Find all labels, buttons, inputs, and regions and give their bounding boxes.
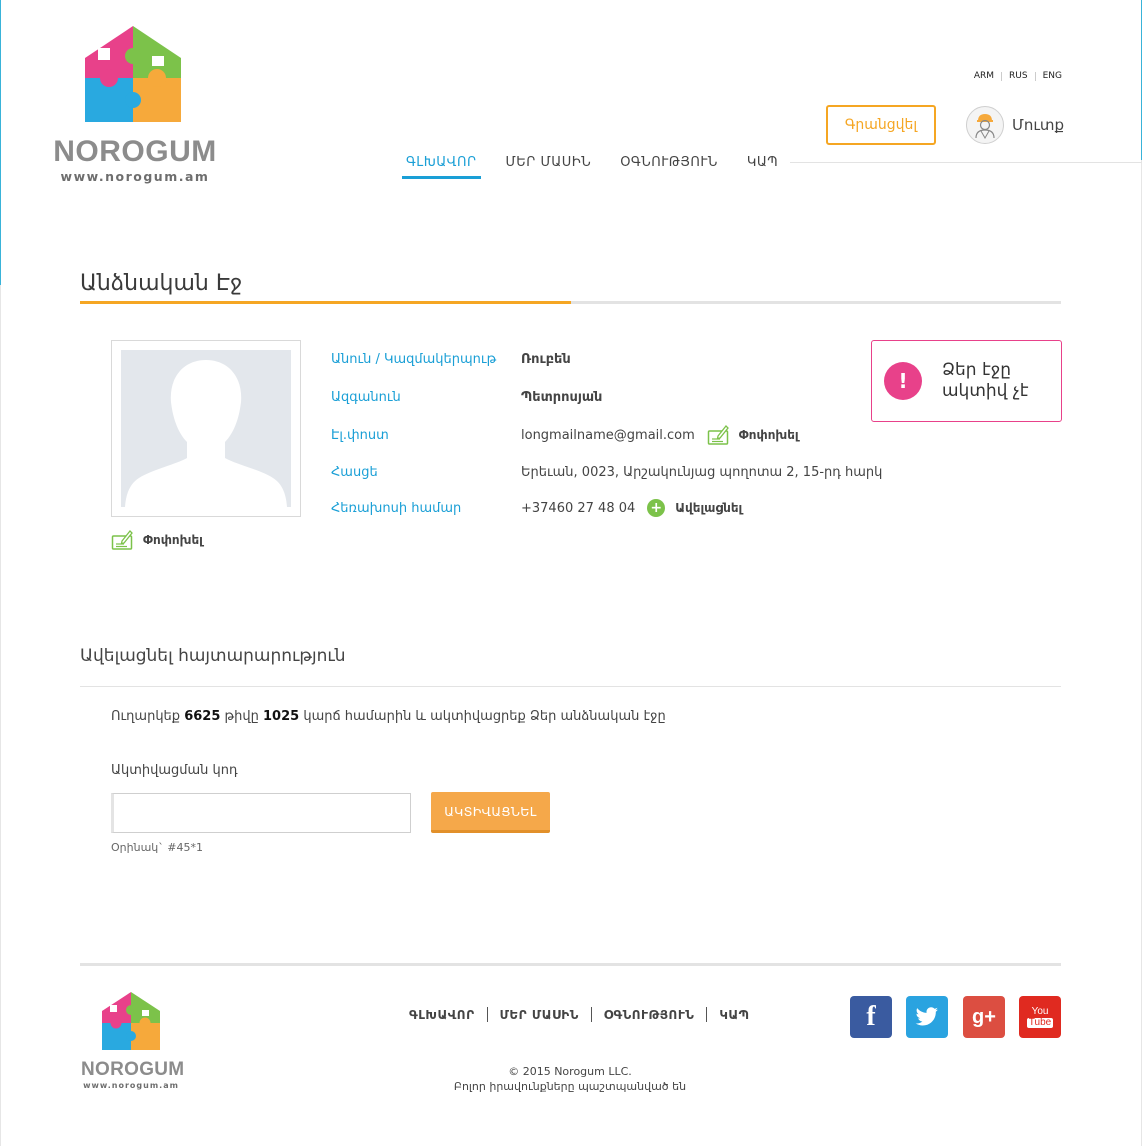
email-edit-label: Փոփոխել bbox=[738, 428, 799, 442]
header-logo[interactable]: NOROGUM www.norogum.am bbox=[50, 26, 220, 184]
title-underline bbox=[80, 301, 1061, 304]
email-edit-link[interactable]: Փոփոխել bbox=[707, 424, 799, 446]
phone-add-link[interactable]: + Ավելացնել bbox=[647, 499, 742, 517]
activation-code-label: Ակտիվացման կոդ bbox=[111, 763, 238, 778]
login-link[interactable]: Մուտք bbox=[966, 106, 1064, 144]
photo-edit-link[interactable]: Փոփոխել bbox=[111, 529, 203, 551]
main-nav: ԳԼԽԱՎՈՐ ՄԵՐ ՄԱՍԻՆ ՕԳՆՈՒԹՅՈՒՆ ԿԱՊ bbox=[402, 155, 803, 179]
plus-icon: + bbox=[647, 499, 666, 517]
nav-contact[interactable]: ԿԱՊ bbox=[743, 155, 782, 176]
footer-nav-contact[interactable]: ԿԱՊ bbox=[719, 1008, 749, 1022]
divider bbox=[1001, 71, 1003, 81]
sms-mid: թիվը bbox=[224, 709, 259, 724]
section-divider bbox=[80, 686, 1061, 687]
footer-nav-about[interactable]: ՄԵՐ ՄԱՍԻՆ bbox=[500, 1008, 579, 1022]
field-label: Անուն / Կազմակերպութ bbox=[331, 351, 497, 367]
lang-rus[interactable]: RUS bbox=[1009, 71, 1028, 81]
header-divider bbox=[790, 162, 1142, 163]
footer-divider bbox=[80, 963, 1061, 966]
footer-logo[interactable]: NOROGUM www.norogum.am bbox=[81, 992, 185, 1090]
section-title: Ավելացնել հայտարարություն bbox=[80, 646, 346, 666]
activation-code-input[interactable] bbox=[111, 793, 411, 833]
copyright-line-2: Բոլոր իրավունքները պաշտպանված են bbox=[453, 1080, 687, 1093]
footer-nav-help[interactable]: ՕԳՆՈՒԹՅՈՒՆ bbox=[604, 1008, 695, 1022]
field-value-wrap: +37460 27 48 04 + Ավելացնել bbox=[521, 499, 742, 517]
nav-home[interactable]: ԳԼԽԱՎՈՐ bbox=[402, 155, 481, 179]
divider bbox=[486, 1007, 488, 1022]
twitter-icon[interactable] bbox=[906, 996, 948, 1038]
logo-url: www.norogum.am bbox=[83, 1081, 179, 1090]
youtube-top: You bbox=[1031, 1005, 1049, 1017]
page-title: Անձնական Էջ bbox=[80, 271, 243, 296]
lang-arm[interactable]: ARM bbox=[974, 71, 994, 81]
puzzle-house-logo-icon bbox=[102, 992, 160, 1050]
field-label: Ազգանուն bbox=[331, 389, 401, 405]
field-row-address: Հասցե Երեւան, 0023, Արշակունյաց պողոտա 2… bbox=[331, 460, 891, 484]
photo-edit-label: Փոփոխել bbox=[143, 533, 203, 547]
field-label: Էլ.փոստ bbox=[331, 427, 389, 443]
phone-add-label: Ավելացնել bbox=[675, 501, 743, 515]
divider bbox=[1034, 71, 1036, 81]
field-row-phone: Հեռախոսի համար +37460 27 48 04 + Ավելացն… bbox=[331, 496, 891, 520]
youtube-icon[interactable]: You Tube bbox=[1019, 996, 1061, 1038]
avatar-silhouette-icon bbox=[125, 360, 287, 507]
field-value: Ռուբեն bbox=[521, 351, 571, 367]
activate-button[interactable]: ԱԿՏԻՎԱՑՆԵԼ bbox=[431, 792, 550, 833]
user-avatar-icon bbox=[966, 106, 1004, 144]
field-value: Պետրոսյան bbox=[521, 389, 603, 405]
field-value-wrap: longmailname@gmail.com Փոփոխել bbox=[521, 424, 799, 446]
inactive-page-alert: ! Ձեր էջը ակտիվ չէ bbox=[871, 340, 1062, 422]
facebook-icon[interactable]: f bbox=[850, 996, 892, 1038]
copyright-line-1: © 2015 Norogum LLC. bbox=[508, 1065, 632, 1078]
logo-name: NOROGUM bbox=[81, 1059, 185, 1080]
field-row-email: Էլ.փոստ longmailname@gmail.com Փոփոխել bbox=[331, 423, 891, 447]
code-example-hint: Օրինակ` #45*1 bbox=[111, 841, 203, 854]
logo-name: NOROGUM bbox=[53, 135, 217, 168]
sms-suffix: կարճ համարին և ակտիվացրեք Ձեր անձնական է… bbox=[303, 709, 666, 724]
copyright: © 2015 Norogum LLC. Բոլոր իրավունքները պ… bbox=[380, 1064, 760, 1094]
sms-instructions: Ուղարկեք 6625 թիվը 1025 կարճ համարին և ա… bbox=[111, 709, 666, 724]
register-button[interactable]: Գրանցվել bbox=[826, 105, 936, 145]
alert-text: Ձեր էջը ակտիվ չէ bbox=[942, 360, 1029, 401]
youtube-bottom: Tube bbox=[1026, 1016, 1054, 1028]
sms-code: 6625 bbox=[184, 709, 221, 724]
sms-prefix: Ուղարկեք bbox=[111, 709, 181, 724]
language-switcher: ARM RUS ENG bbox=[974, 71, 1062, 81]
profile-photo bbox=[111, 340, 301, 517]
divider bbox=[590, 1007, 592, 1022]
nav-about[interactable]: ՄԵՐ ՄԱՍԻՆ bbox=[502, 155, 596, 176]
divider bbox=[706, 1007, 708, 1022]
sms-number: 1025 bbox=[263, 709, 300, 724]
logo-url: www.norogum.am bbox=[60, 169, 210, 184]
lang-eng[interactable]: ENG bbox=[1043, 71, 1062, 81]
login-label: Մուտք bbox=[1012, 116, 1065, 134]
footer-nav-home[interactable]: ԳԼԽԱՎՈՐ bbox=[409, 1008, 475, 1022]
footer-nav: ԳԼԽԱՎՈՐ ՄԵՐ ՄԱՍԻՆ ՕԳՆՈՒԹՅՈՒՆ ԿԱՊ bbox=[409, 1007, 750, 1022]
field-label: Հասցե bbox=[331, 464, 378, 480]
google-plus-icon[interactable]: g+ bbox=[963, 996, 1005, 1038]
email-value: longmailname@gmail.com bbox=[521, 427, 695, 443]
field-label: Հեռախոսի համար bbox=[331, 500, 462, 516]
nav-help[interactable]: ՕԳՆՈՒԹՅՈՒՆ bbox=[616, 155, 722, 176]
field-row-name: Անուն / Կազմակերպութ Ռուբեն bbox=[331, 347, 891, 371]
edit-icon bbox=[111, 530, 133, 550]
field-value: Երեւան, 0023, Արշակունյաց պողոտա 2, 15-ր… bbox=[521, 464, 883, 480]
field-row-surname: Ազգանուն Պետրոսյան bbox=[331, 385, 891, 409]
edit-icon bbox=[707, 425, 729, 445]
exclamation-icon: ! bbox=[884, 362, 922, 400]
phone-value: +37460 27 48 04 bbox=[521, 500, 636, 516]
puzzle-house-logo-icon bbox=[85, 26, 181, 122]
page-left-accent bbox=[0, 0, 1, 285]
